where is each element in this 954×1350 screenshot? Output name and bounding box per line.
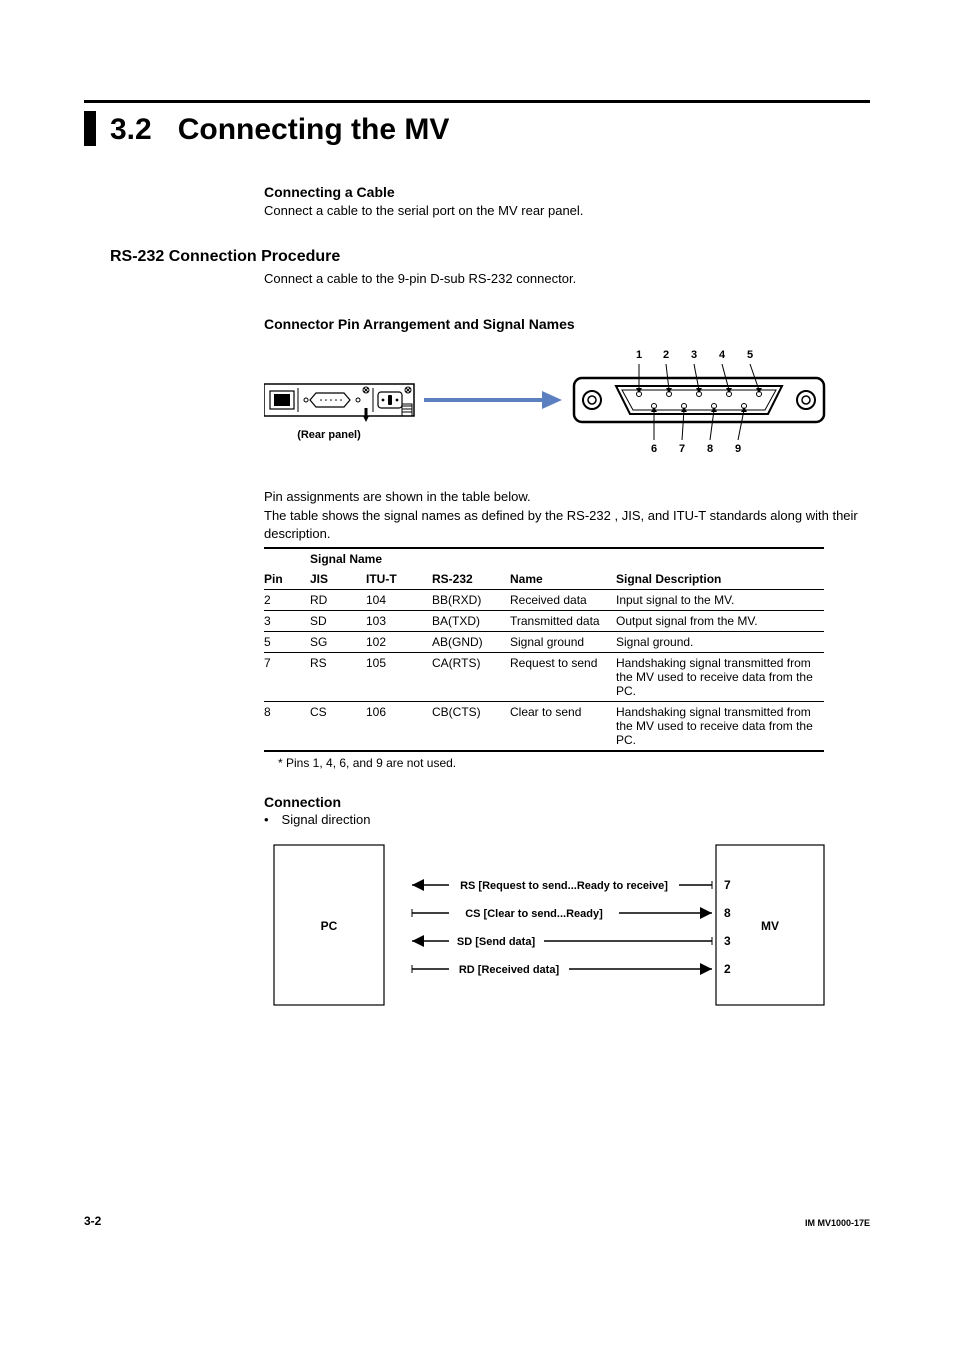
svg-text:CS [Clear to send...Ready]: CS [Clear to send...Ready] — [465, 908, 603, 920]
connector-heading: Connector Pin Arrangement and Signal Nam… — [264, 316, 870, 332]
th-signal-name: Signal Name — [310, 548, 510, 569]
section-number: 3.2 — [110, 111, 152, 146]
page-number: 3-2 — [84, 1214, 101, 1228]
table-row: 3 SD 103 BA(TXD) Transmitted data Output… — [264, 610, 824, 631]
table-row: 7 RS 105 CA(RTS) Request to send Handsha… — [264, 652, 824, 701]
rear-panel-icon — [264, 384, 414, 422]
pin-label-9: 9 — [735, 443, 741, 455]
section-divider — [84, 100, 870, 103]
pc-label: PC — [321, 919, 338, 933]
db9-connector-icon — [574, 364, 824, 440]
signal-table: Pin Signal Name Name Signal Description … — [264, 547, 824, 752]
connecting-cable-heading: Connecting a Cable — [264, 184, 870, 200]
table-row: 5 SG 102 AB(GND) Signal ground Signal gr… — [264, 631, 824, 652]
th-desc: Signal Description — [616, 548, 824, 590]
table-intro-2: The table shows the signal names as defi… — [264, 507, 870, 543]
table-note: * Pins 1, 4, 6, and 9 are not used. — [278, 756, 870, 770]
table-row: 8 CS 106 CB(CTS) Clear to send Handshaki… — [264, 701, 824, 751]
svg-text:2: 2 — [724, 962, 731, 976]
connecting-cable-text: Connect a cable to the serial port on th… — [264, 202, 870, 220]
rs232-text: Connect a cable to the 9-pin D-sub RS-23… — [264, 270, 870, 288]
signal-line-sd: SD [Send data] 3 — [412, 931, 731, 949]
th-pin: Pin — [264, 548, 310, 590]
pin-label-7: 7 — [679, 443, 685, 455]
pin-label-2: 2 — [663, 349, 669, 361]
signal-direction-bullet: • Signal direction — [264, 812, 870, 827]
signal-line-cs: CS [Clear to send...Ready] 8 — [412, 903, 731, 921]
svg-text:SD [Send data]: SD [Send data] — [457, 936, 536, 948]
svg-text:8: 8 — [724, 906, 731, 920]
signal-line-rs: RS [Request to send...Ready to receive] … — [412, 875, 731, 893]
pin-label-4: 4 — [719, 349, 726, 361]
svg-text:RD [Received data]: RD [Received data] — [459, 964, 560, 976]
pin-label-1: 1 — [636, 349, 642, 361]
rear-panel-caption: (Rear panel) — [297, 429, 361, 441]
section-title: Connecting the MV — [178, 111, 450, 146]
pin-label-8: 8 — [707, 443, 713, 455]
th-itut: ITU-T — [366, 569, 432, 590]
svg-text:7: 7 — [724, 878, 731, 892]
rs232-heading: RS-232 Connection Procedure — [110, 248, 870, 266]
callout-arrow-icon — [424, 391, 562, 409]
th-name: Name — [510, 548, 616, 590]
svg-text:RS [Request to send...Ready to: RS [Request to send...Ready to receive] — [460, 880, 668, 892]
doc-id: IM MV1000-17E — [805, 1218, 870, 1228]
connector-figure: (Rear panel) — [264, 344, 870, 474]
signal-direction-figure: PC MV RS [Request to send...Ready to rec… — [264, 835, 870, 1015]
connection-heading: Connection — [264, 794, 870, 810]
pin-label-6: 6 — [651, 443, 657, 455]
signal-line-rd: RD [Received data] 2 — [412, 959, 731, 977]
svg-text:3: 3 — [724, 934, 731, 948]
table-intro-1: Pin assignments are shown in the table b… — [264, 488, 870, 506]
th-rs232: RS-232 — [432, 569, 510, 590]
section-marker-bar — [84, 111, 96, 146]
table-row: 2 RD 104 BB(RXD) Received data Input sig… — [264, 589, 824, 610]
pin-label-5: 5 — [747, 349, 753, 361]
mv-label: MV — [761, 919, 779, 933]
pin-label-3: 3 — [691, 349, 697, 361]
th-jis: JIS — [310, 569, 366, 590]
section-heading-row: 3.2 Connecting the MV — [84, 111, 870, 146]
